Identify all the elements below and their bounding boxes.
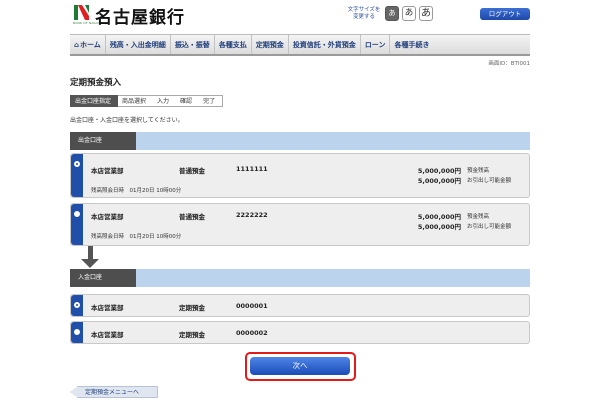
nav-item-loan[interactable]: ローン <box>361 35 391 54</box>
available-label: お引出し可能金額 <box>467 178 512 184</box>
nav-item-payments[interactable]: 各種支払 <box>215 35 252 54</box>
nav-item-label: 残高・入出金明細 <box>109 40 166 49</box>
deposit-account-radio[interactable] <box>74 329 80 335</box>
account-number: 0000002 <box>236 329 268 337</box>
deposit-account-card[interactable]: 本店営業部 定期預金 0000001 <box>70 294 530 317</box>
deposit-section-header: 入金口座 <box>70 269 530 287</box>
branch-name: 本店営業部 <box>91 304 124 312</box>
header: BANK OF NAGOYA 名古屋銀行 文字サイズを 変更する あ あ あ ロ… <box>0 0 600 33</box>
nav-item-label: ホーム <box>80 40 101 49</box>
withdraw-account-radio[interactable] <box>74 161 80 167</box>
balance-label: 預金残高 <box>467 168 490 174</box>
available-amount: 5,000,000円 <box>417 177 461 185</box>
nav-item-label: 定期預金 <box>255 40 284 49</box>
balance-timestamp: 残高照会日時 01月20日 10時00分 <box>91 234 182 240</box>
nav-item-label: 各種手続き <box>394 40 430 49</box>
nav-item-procedures[interactable]: 各種手続き <box>390 35 433 54</box>
down-arrow-head-icon <box>81 259 99 268</box>
nav-item-balance[interactable]: 残高・入出金明細 <box>106 35 171 54</box>
account-type: 普通預金 <box>179 167 205 175</box>
withdraw-account-radio[interactable] <box>74 211 80 217</box>
font-size-label: 文字サイズを 変更する <box>347 7 381 20</box>
instruction-text: 出金口座・入金口座を選択してください。 <box>70 117 184 124</box>
available-label: お引出し可能金額 <box>467 224 512 230</box>
account-number: 2222222 <box>236 211 268 219</box>
nav-item-transfer[interactable]: 振込・振替 <box>171 35 215 54</box>
balance-amount: 5,000,000円 <box>417 213 461 221</box>
font-size-small-button[interactable]: あ <box>385 6 399 21</box>
main-nav: ⌂ ホーム 残高・入出金明細 振込・振替 各種支払 定期預金 投資信託・外貨預金… <box>70 34 530 56</box>
nav-item-label: 投資信託・外貨預金 <box>292 40 356 49</box>
available-amount: 5,000,000円 <box>417 223 461 231</box>
bank-logo-icon <box>74 5 89 20</box>
step-withdraw-account: 出金口座指定 <box>70 95 119 107</box>
screen-id: 画面ID：BTI001 <box>488 61 530 67</box>
nav-item-label: 振込・振替 <box>174 40 210 49</box>
account-type: 定期預金 <box>179 331 205 339</box>
nav-item-label: ローン <box>364 40 386 49</box>
branch-name: 本店営業部 <box>91 331 124 339</box>
balance-timestamp: 残高照会日時 01月20日 10時00分 <box>91 188 182 194</box>
progress-steps: 出金口座指定 商品選択 入力 確認 完了 <box>70 95 224 107</box>
down-arrow-icon <box>88 246 93 260</box>
nav-item-time-deposit[interactable]: 定期預金 <box>252 35 289 54</box>
withdraw-account-card[interactable]: 本店営業部 普通預金 2222222 5,000,000円 預金残高 5,000… <box>70 203 530 246</box>
branch-name: 本店営業部 <box>91 167 124 175</box>
font-size-medium-button[interactable]: あ <box>402 6 416 21</box>
nav-item-home[interactable]: ⌂ ホーム <box>70 35 106 54</box>
step-complete: 完了 <box>199 95 224 107</box>
home-icon: ⌂ <box>74 40 80 49</box>
withdraw-section-header: 出金口座 <box>70 132 530 150</box>
deposit-account-card[interactable]: 本店営業部 定期預金 0000002 <box>70 321 530 344</box>
account-number: 1111111 <box>236 165 268 173</box>
withdraw-section-label: 出金口座 <box>70 132 136 150</box>
account-type: 定期預金 <box>179 304 205 312</box>
withdraw-account-card[interactable]: 本店営業部 普通預金 1111111 5,000,000円 預金残高 5,000… <box>70 153 530 198</box>
balance-amount: 5,000,000円 <box>417 167 461 175</box>
page-title: 定期預金預入 <box>70 78 122 88</box>
bank-name: 名古屋銀行 <box>95 8 185 28</box>
nav-item-investment[interactable]: 投資信託・外貨預金 <box>289 35 361 54</box>
deposit-account-radio[interactable] <box>74 302 80 308</box>
step-confirm: 確認 <box>176 95 200 107</box>
branch-name: 本店営業部 <box>91 213 124 221</box>
nav-item-label: 各種支払 <box>218 40 247 49</box>
font-size-large-button[interactable]: あ <box>419 6 433 21</box>
step-input: 入力 <box>153 95 177 107</box>
account-number: 0000001 <box>236 302 268 310</box>
balance-label: 預金残高 <box>467 214 490 220</box>
logout-button[interactable]: ログアウト <box>480 8 530 20</box>
back-to-time-deposit-menu-link[interactable]: 定期預金メニューへ <box>70 386 158 398</box>
next-button[interactable]: 次へ <box>250 357 350 375</box>
step-product-select: 商品選択 <box>118 95 154 107</box>
deposit-section-label: 入金口座 <box>70 269 136 287</box>
account-type: 普通預金 <box>179 213 205 221</box>
